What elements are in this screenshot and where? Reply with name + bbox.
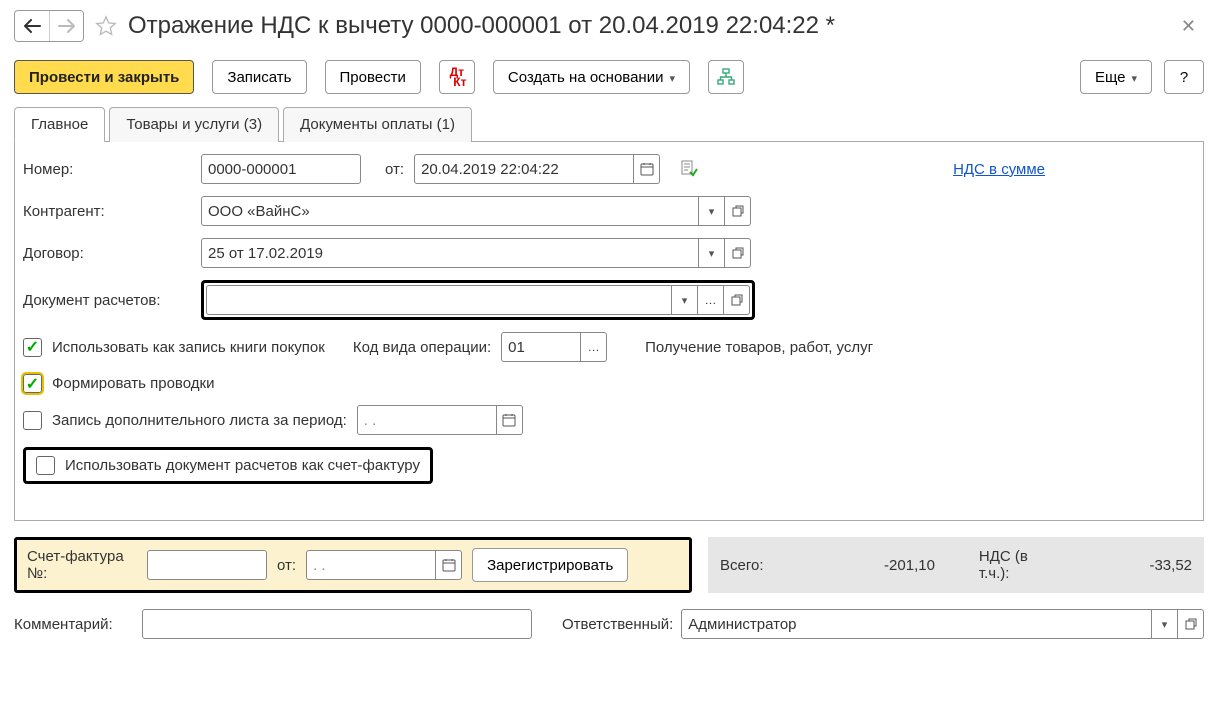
chevron-down-icon xyxy=(669,69,675,86)
vat-value: -33,52 xyxy=(1149,557,1192,574)
use-purchase-book-checkbox[interactable]: ✓ xyxy=(23,338,42,357)
use-settlement-as-invoice-checkbox[interactable] xyxy=(36,456,55,475)
submit-button[interactable]: Провести xyxy=(325,60,421,94)
comment-input[interactable] xyxy=(142,609,532,639)
contract-open-icon[interactable] xyxy=(725,238,751,268)
settlement-doc-dropdown-icon[interactable] xyxy=(672,285,698,315)
invoice-date-input[interactable]: . . xyxy=(306,550,436,580)
addl-sheet-date-input[interactable]: . . xyxy=(357,405,497,435)
number-label: Номер: xyxy=(23,161,201,178)
opcode-input[interactable]: 01 xyxy=(501,332,581,362)
submit-and-close-button[interactable]: Провести и закрыть xyxy=(14,60,194,94)
settlement-doc-label: Документ расчетов: xyxy=(23,292,201,309)
tab-main[interactable]: Главное xyxy=(14,107,105,142)
number-input[interactable]: 0000-000001 xyxy=(201,154,361,184)
page-title: Отражение НДС к вычету 0000-000001 от 20… xyxy=(128,12,835,40)
responsible-open-icon[interactable] xyxy=(1178,609,1204,639)
contract-label: Договор: xyxy=(23,245,201,262)
back-button[interactable] xyxy=(15,11,49,41)
responsible-dropdown-icon[interactable] xyxy=(1152,609,1178,639)
settlement-doc-open-icon[interactable] xyxy=(724,285,750,315)
addl-sheet-label: Запись дополнительного листа за период: xyxy=(52,412,347,429)
forward-button[interactable] xyxy=(49,11,83,41)
hierarchy-icon xyxy=(717,68,735,86)
date-input[interactable]: 20.04.2019 22:04:22 xyxy=(414,154,634,184)
use-purchase-book-label: Использовать как запись книги покупок xyxy=(52,339,325,356)
opcode-label: Код вида операции: xyxy=(353,339,491,356)
more-button[interactable]: Еще xyxy=(1080,60,1152,94)
invoice-box: Счет-фактура №: от: . . Зарегистрировать xyxy=(14,537,692,593)
invoice-calendar-icon[interactable] xyxy=(436,550,462,580)
settlement-doc-input[interactable] xyxy=(206,285,672,315)
document-status-icon[interactable] xyxy=(680,160,698,178)
totals-box: Всего: -201,10 НДС (в т.ч.): -33,52 xyxy=(708,537,1204,593)
structure-button[interactable] xyxy=(708,60,744,94)
tab-payments[interactable]: Документы оплаты (1) xyxy=(283,107,472,142)
dtkt-button[interactable]: ДтКт xyxy=(439,60,475,94)
form-postings-checkbox[interactable]: ✓ xyxy=(23,374,42,393)
invoice-number-input[interactable] xyxy=(147,550,267,580)
opcode-select-icon[interactable]: … xyxy=(581,332,607,362)
chevron-down-icon xyxy=(1131,69,1137,86)
form-postings-label: Формировать проводки xyxy=(52,375,214,392)
invoice-from-label: от: xyxy=(277,557,296,574)
help-button[interactable]: ? xyxy=(1164,60,1204,94)
opcode-desc: Получение товаров, работ, услуг xyxy=(645,339,873,356)
responsible-label: Ответственный: xyxy=(562,616,673,633)
counterparty-label: Контрагент: xyxy=(23,203,201,220)
close-icon[interactable]: ✕ xyxy=(1173,12,1204,41)
addl-sheet-calendar-icon[interactable] xyxy=(497,405,523,435)
contract-input[interactable]: 25 от 17.02.2019 xyxy=(201,238,699,268)
tabs: Главное Товары и услуги (3) Документы оп… xyxy=(14,106,1204,142)
total-label: Всего: xyxy=(720,557,764,574)
tab-goods[interactable]: Товары и услуги (3) xyxy=(109,107,279,142)
register-invoice-button[interactable]: Зарегистрировать xyxy=(472,548,628,582)
calendar-icon[interactable] xyxy=(634,154,660,184)
invoice-label: Счет-фактура №: xyxy=(27,548,137,582)
dtkt-icon: ДтКт xyxy=(447,67,466,87)
create-based-on-button[interactable]: Создать на основании xyxy=(493,60,690,94)
use-settlement-as-invoice-label: Использовать документ расчетов как счет-… xyxy=(65,457,420,474)
save-button[interactable]: Записать xyxy=(212,60,306,94)
comment-label: Комментарий: xyxy=(14,616,134,633)
more-label: Еще xyxy=(1095,69,1126,86)
counterparty-dropdown-icon[interactable] xyxy=(699,196,725,226)
addl-sheet-checkbox[interactable] xyxy=(23,411,42,430)
nav-buttons xyxy=(14,10,84,42)
responsible-input[interactable]: Администратор xyxy=(681,609,1152,639)
total-value: -201,10 xyxy=(884,557,935,574)
favorite-star-icon[interactable] xyxy=(94,14,118,38)
contract-dropdown-icon[interactable] xyxy=(699,238,725,268)
vat-label: НДС (в т.ч.): xyxy=(979,548,1029,582)
create-based-on-label: Создать на основании xyxy=(508,69,664,86)
tab-content-main: Номер: 0000-000001 от: 20.04.2019 22:04:… xyxy=(14,142,1204,521)
settlement-doc-select-icon[interactable]: … xyxy=(698,285,724,315)
counterparty-open-icon[interactable] xyxy=(725,196,751,226)
vat-in-sum-link[interactable]: НДС в сумме xyxy=(953,161,1045,178)
from-label: от: xyxy=(385,161,404,178)
counterparty-input[interactable]: ООО «ВайнС» xyxy=(201,196,699,226)
